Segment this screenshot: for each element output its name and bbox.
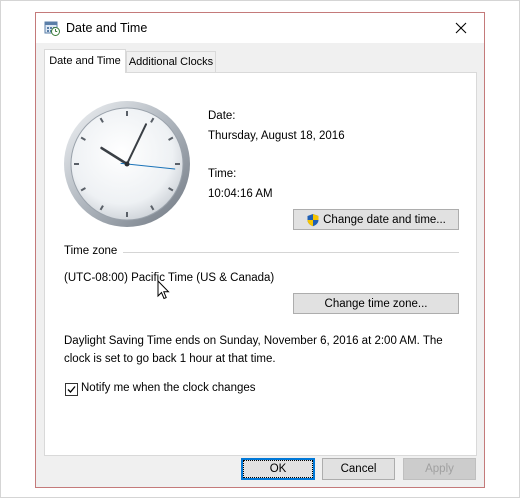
checkmark-icon bbox=[67, 386, 76, 393]
mouse-pointer-icon bbox=[157, 280, 170, 300]
cancel-button[interactable]: Cancel bbox=[322, 458, 395, 480]
tab-panel: Date: Thursday, August 18, 2016 Time: 10… bbox=[44, 72, 477, 456]
change-date-time-button[interactable]: Change date and time... bbox=[293, 209, 459, 230]
tab-additional-clocks[interactable]: Additional Clocks bbox=[126, 51, 216, 72]
dst-text-line-2: clock is set to go back 1 hour at that t… bbox=[64, 353, 276, 365]
date-value: Thursday, August 18, 2016 bbox=[208, 130, 345, 142]
apply-label: Apply bbox=[425, 463, 454, 475]
ok-label: OK bbox=[269, 463, 287, 475]
clock-center bbox=[124, 161, 130, 167]
ok-button[interactable]: OK bbox=[241, 458, 315, 480]
close-button[interactable] bbox=[438, 13, 484, 43]
change-time-zone-button[interactable]: Change time zone... bbox=[293, 293, 459, 314]
time-zone-section-label: Time zone bbox=[64, 245, 118, 257]
cancel-label: Cancel bbox=[340, 463, 377, 475]
apply-button[interactable]: Apply bbox=[403, 458, 476, 480]
close-icon bbox=[455, 22, 467, 34]
title-bar[interactable]: Date and Time bbox=[36, 13, 484, 43]
time-zone-divider bbox=[123, 252, 459, 253]
time-value: 10:04:16 AM bbox=[208, 188, 273, 200]
date-label: Date: bbox=[208, 110, 236, 122]
notify-label[interactable]: Notify me when the clock changes bbox=[81, 382, 256, 394]
change-date-time-label: Change date and time... bbox=[323, 213, 446, 226]
window-title: Date and Time bbox=[66, 21, 148, 35]
uac-shield-icon bbox=[307, 213, 319, 226]
date-time-dialog: Date and Time Date and Time Additional C… bbox=[35, 12, 485, 488]
notify-checkbox[interactable] bbox=[65, 383, 78, 396]
tab-date-and-time[interactable]: Date and Time bbox=[44, 49, 126, 73]
dst-text-line-1: Daylight Saving Time ends on Sunday, Nov… bbox=[64, 335, 443, 347]
calendar-clock-icon bbox=[44, 21, 60, 36]
analog-clock bbox=[64, 101, 190, 227]
time-label: Time: bbox=[208, 168, 237, 180]
change-time-zone-label: Change time zone... bbox=[324, 297, 428, 310]
